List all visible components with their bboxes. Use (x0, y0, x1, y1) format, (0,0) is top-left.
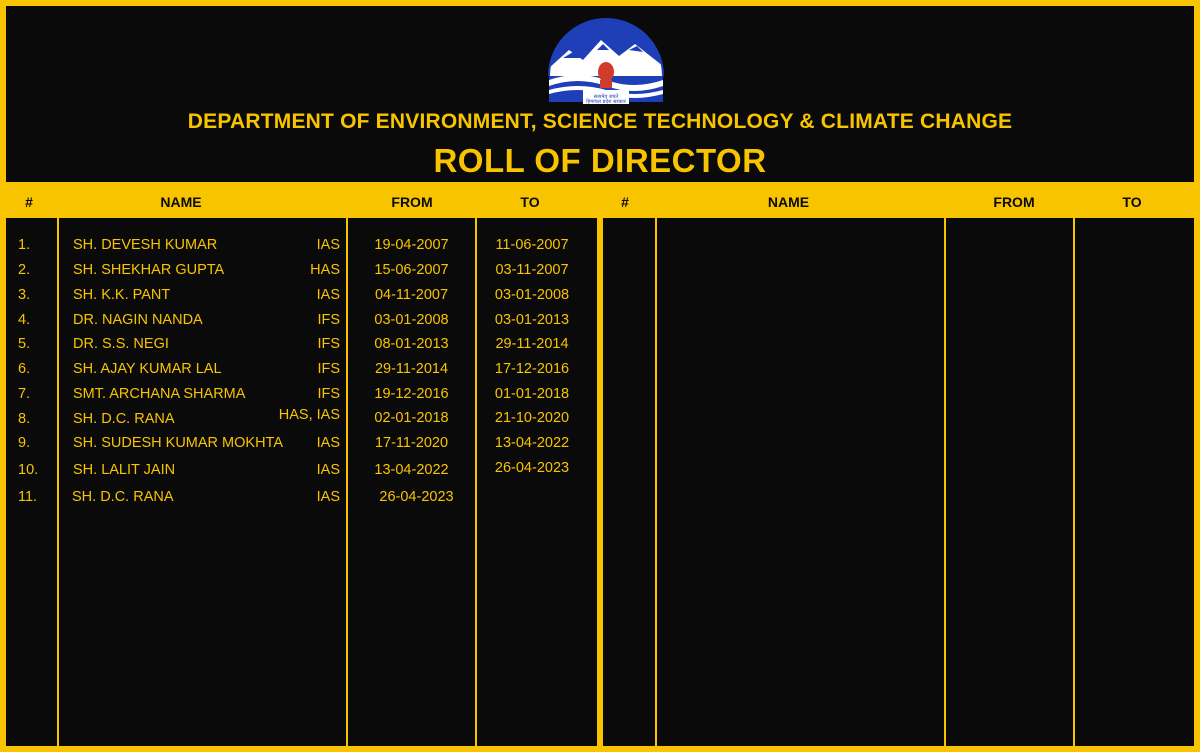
row-from: 26-04-2023 (379, 489, 454, 505)
table-row: 4. DR. NAGIN NANDA IFS 03-01-2008 03-01-… (6, 312, 606, 334)
row-to: 26-04-2023 (494, 460, 570, 476)
row-name: SH. D.C. RANA (72, 489, 174, 505)
row-name: SH. SUDESH KUMAR MOKHTA (73, 435, 284, 451)
row-service: HAS (310, 262, 340, 278)
table-row: 1. SH. DEVESH KUMAR IAS 19-04-2007 11-06… (6, 237, 606, 259)
row-to: 03-11-2007 (495, 262, 569, 278)
row-to: 17-12-2016 (494, 361, 570, 377)
row-service: IFS (317, 386, 340, 402)
row-number: 9. (18, 435, 31, 451)
row-number: 2. (18, 262, 31, 278)
row-from: 04-11-2007 (374, 287, 449, 303)
column-divider (655, 218, 657, 746)
row-name: DR. S.S. NEGI (73, 336, 169, 352)
row-from: 29-11-2014 (374, 361, 449, 377)
column-divider (1073, 218, 1075, 746)
table-row: 10. SH. LALIT JAIN IAS 13-04-2022 26-04-… (6, 460, 606, 484)
row-from: 19-04-2007 (374, 237, 449, 253)
row-service: IAS (316, 489, 340, 505)
row-service: IAS (316, 435, 340, 451)
row-service: IAS (316, 287, 340, 303)
row-service: IFS (317, 336, 340, 352)
row-service: IAS (316, 237, 340, 253)
row-to: 21-10-2020 (494, 410, 570, 426)
table-row: 5. DR. S.S. NEGI IFS 08-01-2013 29-11-20… (6, 336, 606, 358)
row-service: IFS (317, 361, 340, 377)
row-from: 03-01-2008 (374, 312, 449, 328)
row-to: 11-06-2007 (495, 237, 569, 253)
row-from: 02-01-2018 (374, 410, 449, 426)
emblem-text: हिमाचल प्रदेश सरकार (586, 98, 626, 105)
row-number: 1. (18, 237, 31, 253)
row-from: 19-12-2016 (374, 386, 449, 402)
header-to-left: TO (520, 194, 540, 210)
row-name: SH. SHEKHAR GUPTA (73, 262, 225, 278)
row-from: 15-06-2007 (374, 262, 449, 278)
department-name: DEPARTMENT OF ENVIRONMENT, SCIENCE TECHN… (187, 110, 1013, 133)
row-name: SH. K.K. PANT (73, 287, 171, 303)
table-row: 7. SMT. ARCHANA SHARMA IFS 19-12-2016 01… (6, 386, 606, 408)
header-num-right: # (621, 194, 629, 210)
row-from: 08-01-2013 (374, 336, 449, 352)
row-number: 4. (18, 312, 31, 328)
column-divider (944, 218, 946, 746)
header-num-left: # (25, 194, 33, 210)
row-number: 10. (18, 462, 39, 478)
row-name: SH. LALIT JAIN (73, 462, 176, 478)
table-row: 2. SH. SHEKHAR GUPTA HAS 15-06-2007 03-1… (6, 262, 606, 284)
header-name-left: NAME (160, 194, 202, 210)
row-number: 11. (18, 489, 38, 505)
table-row: 9. SH. SUDESH KUMAR MOKHTA IAS 17-11-202… (6, 435, 606, 457)
header-from-left: FROM (391, 194, 433, 210)
row-to: 03-01-2013 (494, 312, 570, 328)
himachal-emblem-icon: सत्यमेव जयते हिमाचल प्रदेश सरकार (548, 18, 664, 105)
table-row: 6. SH. AJAY KUMAR LAL IFS 29-11-2014 17-… (6, 361, 606, 383)
row-to: 29-11-2014 (495, 336, 569, 352)
row-name: SH. DEVESH KUMAR (73, 237, 218, 253)
row-from: 13-04-2022 (374, 462, 449, 478)
page-title: ROLL OF DIRECTOR (433, 142, 767, 179)
row-number: 6. (18, 361, 31, 377)
row-to: 03-01-2008 (494, 287, 570, 303)
table-row: 11. SH. D.C. RANA IAS 26-04-2023 (6, 489, 606, 511)
row-number: 3. (18, 287, 31, 303)
row-service: HAS, IAS (278, 407, 340, 423)
table-header: # NAME FROM TO # NAME FROM TO (0, 182, 1200, 218)
row-number: 5. (18, 336, 31, 352)
roll-board: सत्यमेव जयते हिमाचल प्रदेश सरकार DEPARTM… (0, 0, 1200, 752)
row-name: SMT. ARCHANA SHARMA (73, 386, 246, 402)
row-name: SH. AJAY KUMAR LAL (73, 361, 222, 377)
header-from-right: FROM (993, 194, 1035, 210)
row-from: 17-11-2020 (374, 435, 449, 451)
row-name: DR. NAGIN NANDA (73, 312, 203, 328)
row-name: SH. D.C. RANA (73, 411, 175, 427)
row-number: 8. (18, 411, 31, 427)
row-number: 7. (18, 386, 31, 402)
row-service: IAS (316, 462, 340, 478)
row-service: IFS (317, 312, 340, 328)
header-name-right: NAME (767, 194, 810, 210)
table-row: 8. SH. D.C. RANA HAS, IAS 02-01-2018 21-… (6, 407, 606, 432)
row-to: 13-04-2022 (494, 435, 570, 451)
header-to-right: TO (1122, 194, 1142, 210)
row-to: 01-01-2018 (494, 386, 570, 402)
table-row: 3. SH. K.K. PANT IAS 04-11-2007 03-01-20… (6, 287, 606, 309)
